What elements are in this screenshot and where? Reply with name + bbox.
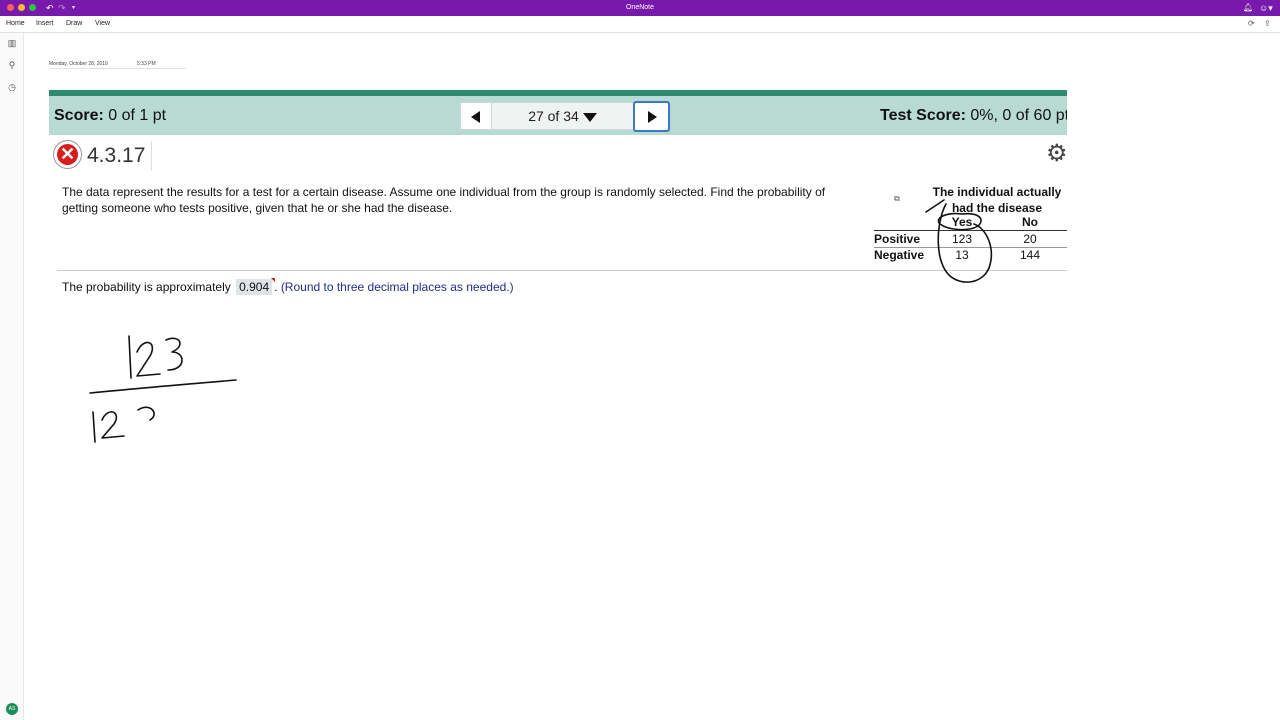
cell-negative-no: 144 [1019,248,1041,262]
answer-line: The probability is approximately 0.904. … [62,278,514,295]
ink-digit-2-top [136,341,161,377]
ink-digit-2-bottom [101,411,125,439]
cell-positive-yes: 123 [951,232,973,246]
page-title-line [49,68,186,69]
tab-home[interactable]: Home [6,16,25,32]
tab-draw[interactable]: Draw [66,16,82,32]
table-rule [874,230,1067,231]
previous-question-button[interactable] [460,102,492,130]
answer-hint: (Round to three decimal places as needed… [280,280,514,294]
share-icon[interactable]: ⇪ [1264,16,1271,32]
popout-icon[interactable]: ⧉ [894,194,906,203]
ink-digit-1-bottom [92,411,96,443]
test-score-text: Test Score: 0%, 0 of 60 pts [880,107,1067,124]
table-header: The individual actually had the disease [932,185,1062,215]
tab-insert[interactable]: Insert [36,16,54,32]
avatar[interactable]: AS [6,703,18,715]
ink-digit-1-top [128,335,132,379]
window-title: OneNote [625,4,655,11]
search-icon[interactable]: ⚲ [5,60,19,71]
ink-fraction-bar [89,379,237,394]
page-time: 5:33 PM [137,61,156,67]
recent-icon[interactable]: ◷ [5,82,19,93]
ink-digit-3-top [165,337,183,371]
question-position-dropdown[interactable]: 27 of 34 [492,102,633,130]
undo-icon[interactable]: ↶ [46,1,54,15]
left-rail: ▥ ⚲ ◷ [0,33,24,720]
row-label-negative: Negative [874,248,925,262]
question-separator [57,270,1067,271]
score-text: Score: 0 of 1 pt [54,107,167,124]
notebooks-icon[interactable]: ▥ [5,38,19,49]
quick-access-dropdown-icon[interactable]: ▾ [72,1,75,15]
incorrect-icon: ✕ [53,140,82,169]
column-header-no: No [1022,215,1038,229]
bell-icon[interactable]: 🔔︎ [1243,1,1253,15]
cell-positive-no: 20 [1023,232,1037,246]
zoom-window-button[interactable] [29,4,36,11]
divider [151,141,152,171]
close-window-button[interactable] [7,4,14,11]
next-question-button[interactable] [633,101,670,132]
cell-negative-yes: 13 [955,248,969,262]
title-bar: ↶ ↷ ▾ OneNote 🔔︎ ☺▾ [0,0,1280,16]
ribbon-tabs: Home Insert Draw View ⟳ ⇪ [0,16,1280,33]
answer-box[interactable]: 0.904 [236,278,276,295]
tab-view[interactable]: View [95,16,110,32]
account-icon[interactable]: ☺▾ [1259,1,1273,15]
sync-icon[interactable]: ⟳ [1248,16,1255,32]
minimize-window-button[interactable] [18,4,25,11]
question-id-row: ✕ 4.3.17 ⚙ [49,136,1068,174]
row-label-positive: Positive [874,232,921,246]
question-header: Score: 0 of 1 pt 27 of 34 Test Score: 0%… [49,96,1067,135]
column-header-yes: Yes [951,215,973,229]
question-text: The data represent the results for a tes… [62,185,826,215]
ink-digit-partial-bottom [137,406,155,421]
dropdown-caret-icon [582,113,597,122]
redo-icon[interactable]: ↷ [58,1,66,15]
page-date: Monday, October 28, 2019 [49,61,108,67]
gear-icon[interactable]: ⚙ [1046,140,1068,168]
question-number: 4.3.17 [87,144,146,167]
